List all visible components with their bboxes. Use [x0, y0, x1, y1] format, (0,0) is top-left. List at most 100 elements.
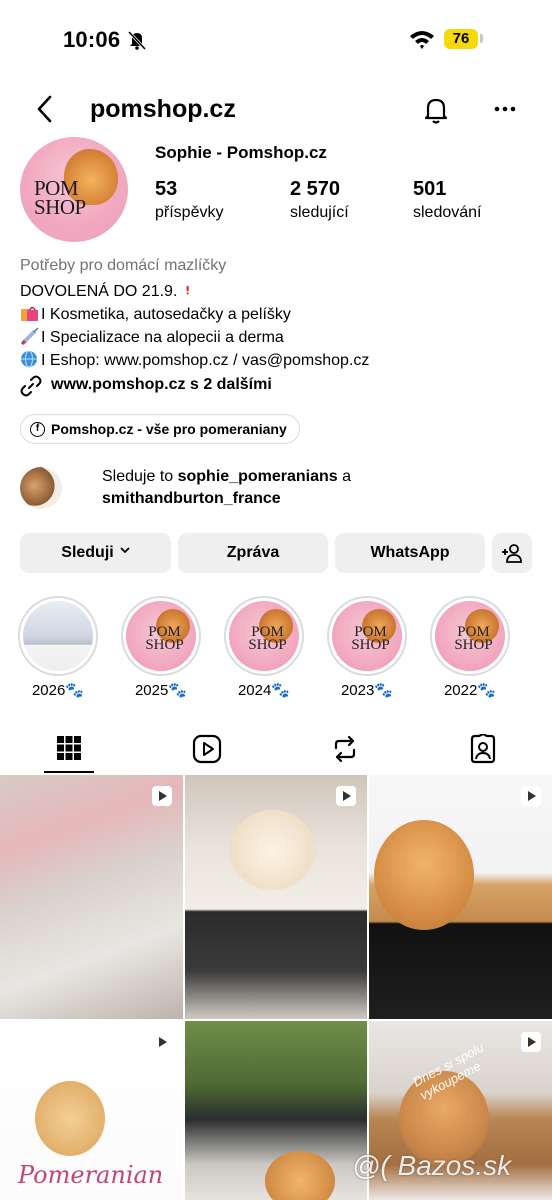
- post-dog-image: [230, 810, 315, 890]
- facebook-page-chip[interactable]: f Pomshop.cz - vše pro pomeraniany: [20, 414, 300, 444]
- highlight-cover-image: POM SHOP: [332, 601, 402, 671]
- profile-header: pomshop.cz: [0, 84, 552, 136]
- stat-following[interactable]: 501 sledování: [413, 178, 482, 222]
- profile-category: Potřeby pro domácí mazlíčky: [20, 257, 227, 274]
- profile-avatar[interactable]: POM SHOP: [20, 137, 128, 242]
- back-arrow-icon[interactable]: [30, 94, 60, 124]
- highlight-label: 2024🐾: [237, 682, 291, 699]
- tab-reels[interactable]: [138, 722, 276, 774]
- chevron-down-icon: [120, 547, 130, 554]
- active-tab-indicator: [44, 771, 94, 773]
- post-dog-image: [265, 1151, 335, 1200]
- highlight-cover-image: [23, 601, 93, 671]
- highlight-label: 2026🐾: [31, 682, 85, 699]
- wifi-icon: [410, 31, 434, 49]
- highlight-logo-text: POM SHOP: [454, 624, 493, 653]
- following-button-label: Sleduji: [61, 544, 114, 561]
- stat-followers-count: 2 570: [290, 178, 341, 200]
- highlight-logo-text: POM SHOP: [248, 624, 287, 653]
- stat-followers[interactable]: 2 570 sledující: [290, 178, 349, 222]
- highlight-label: 2022🐾: [443, 682, 497, 699]
- bio-line-4: I Eshop: www.pomshop.cz / vas@pomshop.cz: [20, 350, 369, 370]
- followed-by-text[interactable]: Sleduje to sophie_pomeranians a smithand…: [102, 466, 351, 510]
- bio-line-2-text: I Kosmetika, autosedačky a pelíšky: [41, 306, 291, 323]
- bell-muted-icon: [127, 30, 147, 50]
- suggested-users-button[interactable]: [492, 533, 532, 573]
- avatar-logo-text: POM SHOP: [34, 176, 86, 219]
- followed-by-user-2: smithandburton_france: [102, 490, 281, 507]
- bio-line-3: I Specializace na alopecii a derma: [20, 327, 284, 347]
- followed-by-prefix: Sleduje to: [102, 468, 178, 485]
- message-button[interactable]: Zpráva: [178, 533, 328, 573]
- reposts-icon: [334, 735, 356, 763]
- post-caption-text: Pomeranian: [18, 1161, 164, 1189]
- facebook-chip-label: Pomshop.cz - vše pro pomeraniany: [51, 421, 287, 437]
- highlight-label: 2025🐾: [134, 682, 188, 699]
- whatsapp-button[interactable]: WhatsApp: [335, 533, 485, 573]
- syringe-emoji-icon: [20, 327, 39, 345]
- highlight-cover-image: POM SHOP: [229, 601, 299, 671]
- reel-badge-icon: [152, 786, 172, 806]
- carousel-badge-icon: [336, 786, 356, 806]
- post-thumbnail[interactable]: [185, 1021, 367, 1200]
- profile-link-text[interactable]: www.pomshop.cz s 2 dalšími: [51, 376, 272, 394]
- post-dog-image: [374, 820, 474, 930]
- bio-line-4-text: I Eshop: www.pomshop.cz / vas@pomshop.cz: [41, 352, 370, 369]
- more-options-icon[interactable]: [490, 94, 520, 124]
- highlight-2025[interactable]: POM SHOP 2025🐾: [119, 596, 203, 699]
- highlight-logo-text: POM SHOP: [351, 624, 390, 653]
- link-icon: [20, 375, 42, 397]
- message-button-label: Zpráva: [226, 544, 280, 561]
- globe-emoji-icon: [21, 350, 37, 368]
- stat-posts-count: 53: [155, 178, 178, 200]
- following-button[interactable]: Sleduji: [20, 533, 171, 573]
- reels-icon: [192, 734, 222, 764]
- highlight-label: 2023🐾: [340, 682, 394, 699]
- bio-line-2: I Kosmetika, autosedačky a pelíšky: [20, 304, 291, 324]
- highlight-logo-text: POM SHOP: [145, 624, 184, 653]
- add-person-icon: [502, 544, 522, 563]
- profile-username: pomshop.cz: [90, 95, 236, 123]
- highlight-2022[interactable]: POM SHOP 2022🐾: [428, 596, 512, 699]
- stat-following-label: sledování: [413, 204, 482, 221]
- post-thumbnail[interactable]: [369, 775, 552, 1019]
- bio-line-1: DOVOLENÁ DO 21.9.: [20, 281, 197, 301]
- highlight-cover-image: POM SHOP: [126, 601, 196, 671]
- battery-indicator: 76: [444, 29, 478, 49]
- highlight-ring: POM SHOP: [327, 596, 407, 676]
- facebook-icon: f: [30, 422, 45, 437]
- highlight-2026[interactable]: 2026🐾: [16, 596, 100, 699]
- reel-badge-icon: [521, 1032, 541, 1052]
- exclamation-emoji-icon: [186, 285, 189, 295]
- tab-reposts[interactable]: [276, 722, 414, 774]
- watermark-text: @( Bazos.sk: [352, 1150, 512, 1181]
- status-time: 10:06: [63, 27, 121, 52]
- tagged-icon: [470, 734, 496, 764]
- whatsapp-button-label: WhatsApp: [370, 544, 450, 561]
- profile-tabs: [0, 722, 552, 774]
- battery-tip: [480, 34, 483, 43]
- stat-following-count: 501: [413, 178, 447, 200]
- display-name: Sophie - Pomshop.cz: [155, 143, 327, 162]
- post-thumbnail[interactable]: [185, 775, 367, 1019]
- highlight-2023[interactable]: POM SHOP 2023🐾: [325, 596, 409, 699]
- notification-bell-icon[interactable]: [420, 94, 452, 126]
- tab-tagged[interactable]: [414, 722, 552, 774]
- tab-grid[interactable]: [0, 722, 138, 774]
- highlight-cover-image: POM SHOP: [435, 601, 505, 671]
- bio-line-1-text: DOVOLENÁ DO 21.9.: [20, 283, 178, 300]
- highlight-2024[interactable]: POM SHOP 2024🐾: [222, 596, 306, 699]
- highlight-ring: POM SHOP: [224, 596, 304, 676]
- bio-line-3-text: I Specializace na alopecii a derma: [41, 329, 284, 346]
- post-thumbnail[interactable]: [0, 775, 183, 1019]
- status-bar: 10:06 76: [0, 0, 552, 80]
- stat-posts[interactable]: 53 příspěvky: [155, 178, 223, 222]
- mutual-follower-avatar[interactable]: [20, 467, 62, 509]
- stat-posts-label: příspěvky: [155, 204, 224, 221]
- reel-badge-icon: [521, 786, 541, 806]
- post-thumbnail[interactable]: Pomeranian: [0, 1021, 183, 1200]
- grid-icon: [57, 736, 81, 760]
- followed-by-middle: a: [337, 468, 351, 485]
- stat-followers-label: sledující: [290, 204, 349, 221]
- post-dog-illustration: [35, 1081, 105, 1156]
